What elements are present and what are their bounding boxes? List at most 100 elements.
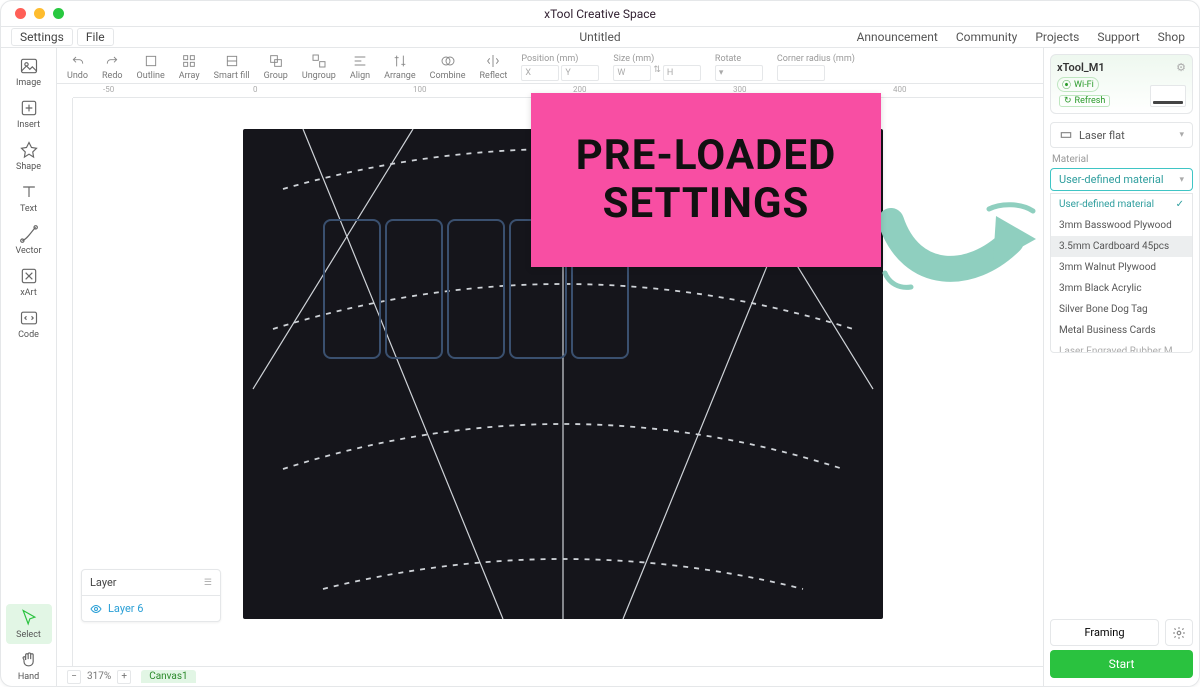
device-settings-icon[interactable]: ⚙ [1176,61,1186,74]
arrange-icon [392,53,408,69]
btn-undo[interactable]: Undo [67,52,88,81]
text-icon [19,182,39,202]
mode-select[interactable]: Laser flat ▾ [1050,122,1193,148]
undo-icon [70,53,86,69]
corner-field: Corner radius (mm) [777,54,855,81]
titlebar: xTool Creative Space [1,1,1199,27]
btn-group[interactable]: Group [264,52,288,81]
tool-shape[interactable]: Shape [6,136,52,176]
app-window: xTool Creative Space Settings File Untit… [0,0,1200,687]
mode-icon [1059,128,1073,142]
layer-panel-title: Layer [90,576,117,589]
insert-icon [19,98,39,118]
layer-panel-menu-icon[interactable]: ☰ [204,578,212,588]
tool-image-label: Image [16,78,41,88]
nav-projects[interactable]: Projects [1035,30,1079,44]
tool-code-label: Code [18,330,39,340]
layer-row[interactable]: Layer 6 [82,596,220,621]
tool-insert[interactable]: Insert [6,94,52,134]
zoom-value: 317% [87,671,111,682]
chevron-down-icon: ▾ [1179,130,1184,140]
btn-redo[interactable]: Redo [102,52,123,81]
tool-hand[interactable]: Hand [6,646,52,686]
nav-support[interactable]: Support [1097,30,1139,44]
statusbar: − 317% + Canvas1 [57,666,1043,686]
material-option[interactable]: Metal Business Cards [1051,320,1192,341]
tool-image[interactable]: Image [6,52,52,92]
zoom-controls: − 317% + [67,670,131,684]
pos-x-input[interactable]: X [521,65,559,81]
menu-file[interactable]: File [77,28,114,46]
btn-align[interactable]: Align [350,52,370,81]
material-option[interactable]: Silver Bone Dog Tag [1051,299,1192,320]
eye-icon[interactable] [90,603,102,615]
btn-smartfill[interactable]: Smart fill [214,52,250,81]
chevron-down-icon: ▾ [1179,175,1184,185]
start-button[interactable]: Start [1050,650,1193,678]
zoom-in-button[interactable]: + [117,670,131,684]
size-w-input[interactable]: W [613,65,651,81]
tool-vector[interactable]: Vector [6,220,52,260]
nav-community[interactable]: Community [956,30,1017,44]
close-window-button[interactable] [15,8,26,19]
tool-code[interactable]: Code [6,304,52,344]
tool-text[interactable]: Text [6,178,52,218]
tool-hand-label: Hand [18,672,39,682]
size-fields: Size (mm) W ⇅ H [613,54,701,81]
canvas-tab[interactable]: Canvas1 [141,670,195,683]
size-h-input[interactable]: H [663,65,701,81]
corner-input[interactable] [777,65,825,81]
image-icon [19,56,39,76]
outline-icon [143,53,159,69]
toolbar: Undo Redo Outline Array Smart fill Group… [57,48,1043,84]
document-title: Untitled [579,30,620,44]
btn-outline[interactable]: Outline [137,52,165,81]
zoom-out-button[interactable]: − [67,670,81,684]
material-option[interactable]: Laser Engraved Rubber M... [1051,341,1192,353]
minimize-window-button[interactable] [34,8,45,19]
job-settings-button[interactable] [1165,619,1193,646]
material-dropdown: User-defined material ✓ 3mm Basswood Ply… [1050,193,1193,353]
tool-vector-label: Vector [15,246,41,256]
nav-announcement[interactable]: Announcement [857,30,938,44]
material-select[interactable]: User-defined material ▾ [1050,168,1193,191]
device-card[interactable]: ⚙ xTool_M1 ⦿ Wi-Fi ↻ Refresh [1050,54,1193,114]
btn-combine[interactable]: Combine [430,52,466,81]
reflect-icon [485,53,501,69]
tool-select-label: Select [16,630,41,640]
rotate-input[interactable]: ▾ [715,65,763,81]
annotation-label: PRE-LOADED SETTINGS [531,93,881,267]
nav-shop[interactable]: Shop [1158,30,1185,44]
framing-button[interactable]: Framing [1050,619,1159,646]
xart-icon [19,266,39,286]
tool-insert-label: Insert [17,120,40,130]
btn-arrange[interactable]: Arrange [384,52,416,81]
btn-reflect[interactable]: Reflect [480,52,508,81]
layer-panel[interactable]: Layer ☰ Layer 6 [81,569,221,622]
material-option[interactable]: 3mm Walnut Plywood [1051,257,1192,278]
maximize-window-button[interactable] [53,8,64,19]
device-name: xTool_M1 [1057,61,1186,74]
tool-text-label: Text [20,204,37,214]
btn-array[interactable]: Array [179,52,200,81]
material-selected: User-defined material [1059,173,1164,186]
material-option[interactable]: User-defined material ✓ [1051,194,1192,215]
lock-aspect-icon[interactable]: ⇅ [653,65,661,81]
material-option[interactable]: 3mm Black Acrylic [1051,278,1192,299]
menu-settings[interactable]: Settings [11,28,73,46]
material-option[interactable]: 3mm Basswood Plywood [1051,215,1192,236]
pos-y-input[interactable]: Y [561,65,599,81]
annotation-arrow [881,191,1041,311]
tool-xart[interactable]: xArt [6,262,52,302]
ungroup-icon [311,53,327,69]
select-icon [19,608,39,628]
device-thumbnail [1150,85,1186,107]
smartfill-icon [224,53,240,69]
code-icon [19,308,39,328]
right-panel: ⚙ xTool_M1 ⦿ Wi-Fi ↻ Refresh Laser flat … [1043,48,1199,686]
refresh-button[interactable]: ↻ Refresh [1059,95,1110,107]
position-fields: Position (mm) X Y [521,54,599,81]
material-option[interactable]: 3.5mm Cardboard 45pcs [1051,236,1192,257]
tool-select[interactable]: Select [6,604,52,644]
btn-ungroup[interactable]: Ungroup [302,52,336,81]
